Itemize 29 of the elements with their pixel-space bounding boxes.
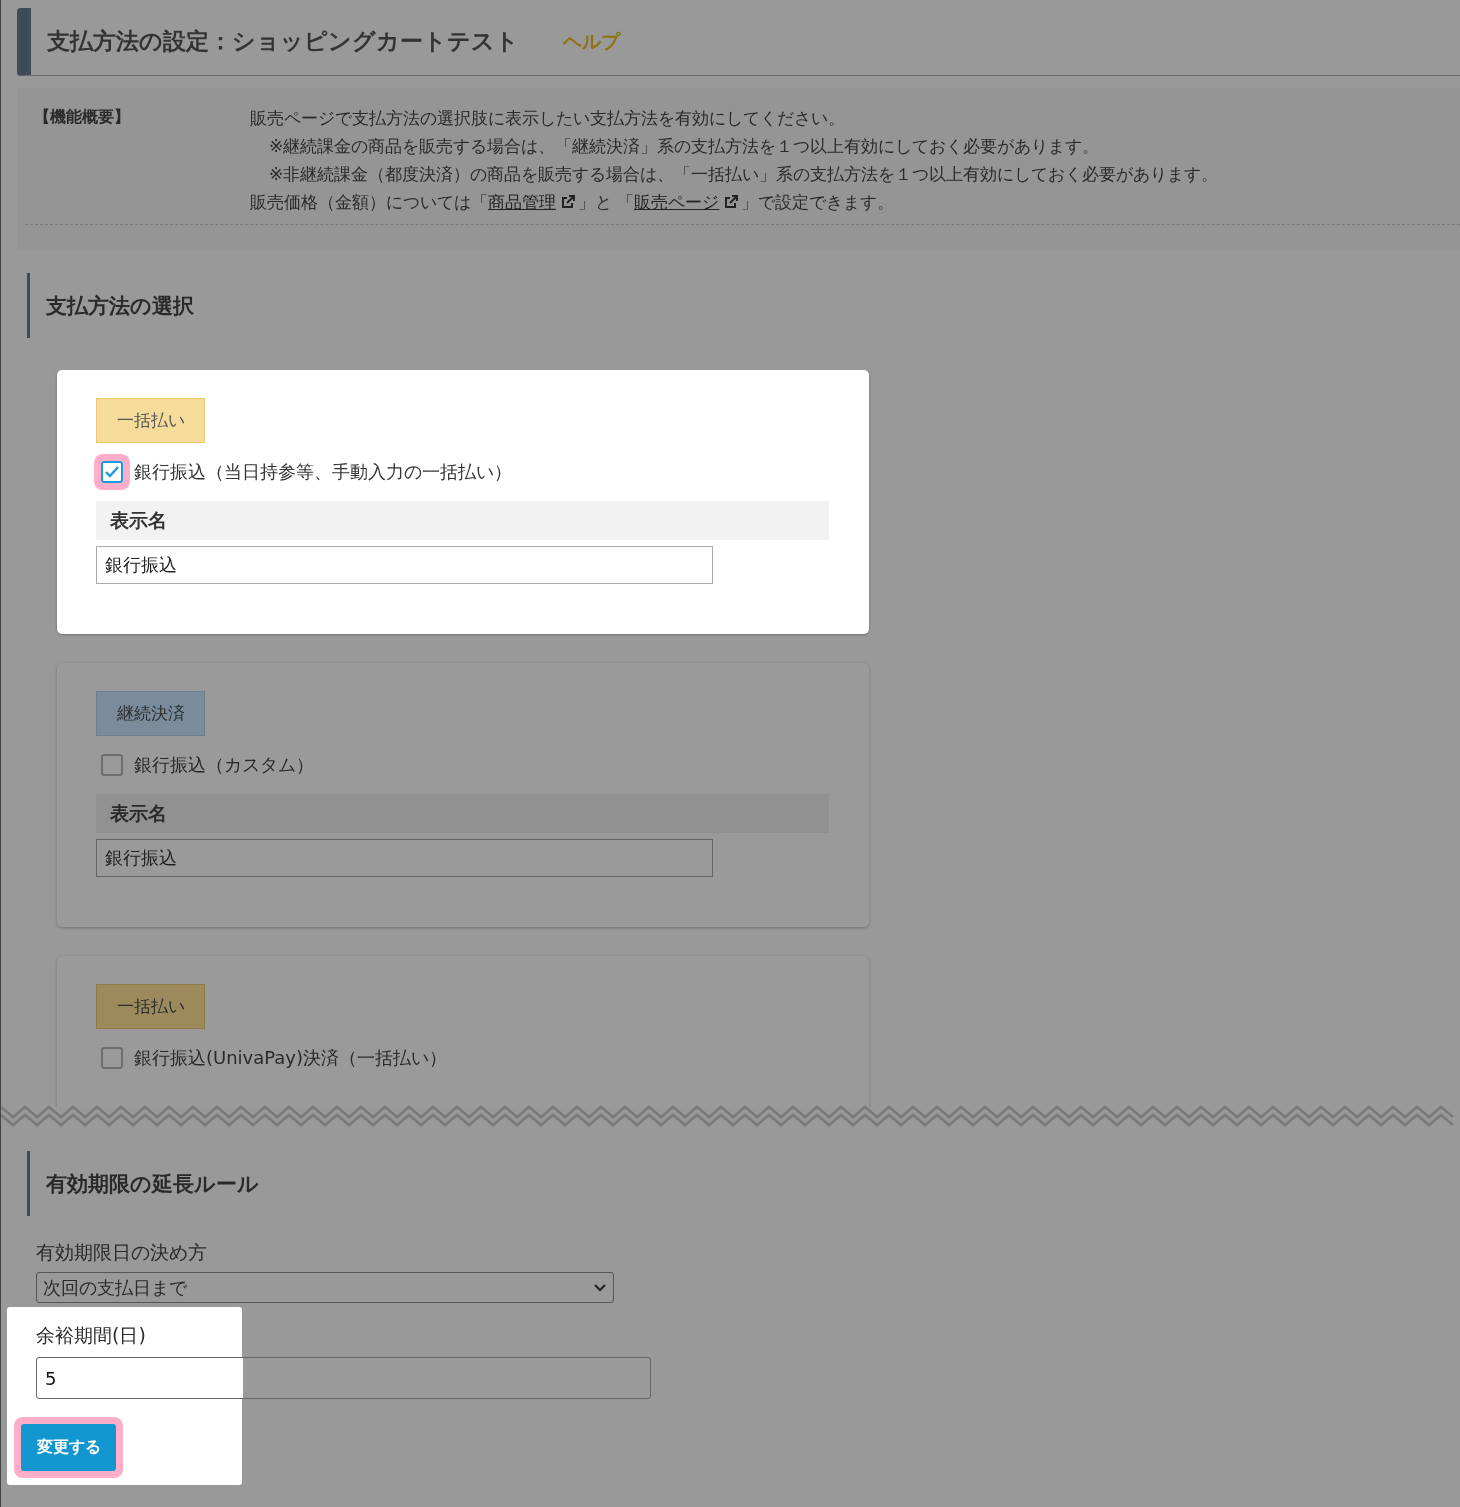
chevron-down-icon [593,1282,607,1293]
grace-period-field[interactable]: 5 [36,1357,651,1399]
section-heading: 支払方法の選択 [27,273,1460,338]
page-link[interactable]: 商品管理 [488,192,578,212]
display-name-field[interactable]: 銀行振込 [96,546,713,584]
price-note-text: 販売価格（金額）については「商品管理 」と 「販売ページ 」で設定できます。 [250,191,896,214]
section-heading: 有効期限の延長ルール [27,1151,1460,1216]
overview-text: 販売ページで支払方法の選択肢に表示したい支払方法を有効にしてください。 [250,107,846,130]
payment-type-tag: 継続決済 [96,691,205,736]
checkbox-label: 銀行振込（カスタム） [133,753,314,777]
page-title: 支払方法の設定：ショッピングカートテスト [47,27,519,56]
field-label: 有効期限日の決め方 [35,1240,208,1265]
payment-type-tag: 一括払い [96,398,205,443]
checkbox-label: 銀行振込(UnivaPay)決済（一括払い） [133,1046,448,1070]
overview-text: ※非継続課金（都度決済）の商品を販売する場合は、「一括払い」系の支払方法を１つ以上有効にしておく必要があります。 [268,163,1220,186]
checkbox-label: 銀行振込（当日持参等、手動入力の一括払い） [133,460,512,484]
overview-label: 【機能概要】 [34,106,131,128]
external-link-icon [723,194,740,210]
overview-text: ※継続課金の商品を販売する場合は、「継続決済」系の支払方法を１つ以上有効にしておく必要があります。 [268,135,1101,158]
select-field[interactable]: 次回の支払日まで [36,1272,614,1303]
checkbox[interactable] [101,754,123,776]
field-label: 表示名 [96,501,829,540]
display-name-field[interactable]: 銀行振込 [96,839,713,877]
payment-type-tag: 一括払い [96,984,205,1029]
checkbox[interactable] [101,1047,123,1069]
page-link[interactable]: 販売ページ [634,192,742,212]
field-label: 表示名 [96,794,829,833]
external-link-icon [560,194,576,210]
field-label: 余裕期間(日) [35,1323,147,1348]
